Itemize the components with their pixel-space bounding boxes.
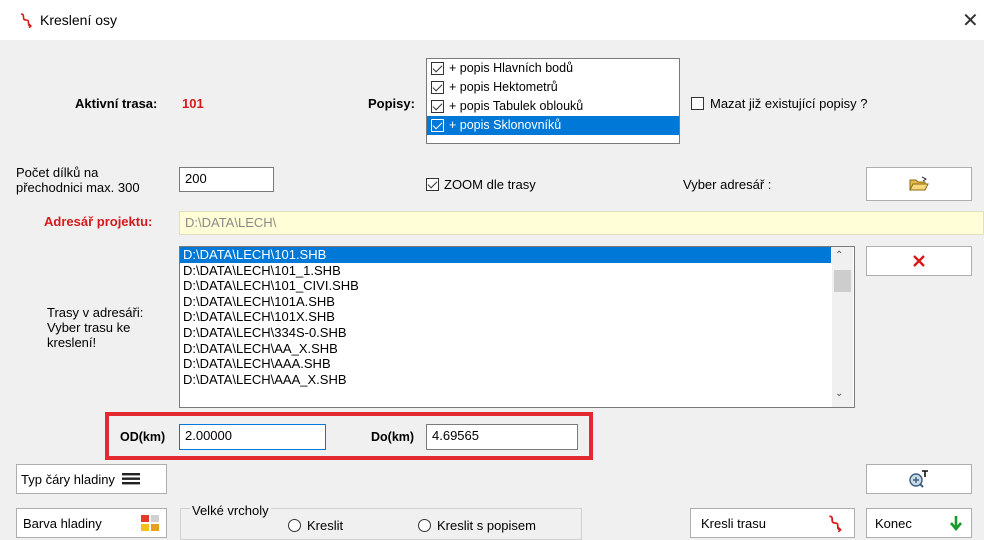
checkbox[interactable] xyxy=(431,100,444,113)
popisy-item-label: + popis Tabulek oblouků xyxy=(449,99,584,113)
trasy-label-line3: kreslení! xyxy=(47,335,97,350)
mazat-checkbox-row[interactable]: Mazat již existující popisy ? xyxy=(691,96,868,111)
od-label: OD(km) xyxy=(120,430,166,444)
zoom-checkbox[interactable] xyxy=(426,178,439,191)
list-item[interactable]: D:\DATA\LECH\101.SHB xyxy=(180,247,831,263)
list-item[interactable]: D:\DATA\LECH\101_CIVI.SHB xyxy=(180,278,854,294)
exit-button[interactable]: Konec xyxy=(866,508,972,538)
popisy-item-label: + popis Hektometrů xyxy=(449,80,558,94)
exit-label: Konec xyxy=(875,515,912,531)
list-item[interactable]: D:\DATA\LECH\101_1.SHB xyxy=(180,263,854,279)
pocet-label-line1: Počet dílků na xyxy=(16,165,99,180)
trasy-label: Trasy v adresáři: Vyber trasu ke kreslen… xyxy=(47,305,143,350)
pocet-label: Počet dílků na přechodnici max. 300 xyxy=(16,165,140,195)
active-route-label: Aktivní trasa: xyxy=(75,96,158,111)
title-bar xyxy=(0,0,984,40)
radio-kreslit-label: Kreslit xyxy=(307,518,344,533)
zoom-checkbox-row[interactable]: ZOOM dle trasy xyxy=(426,177,536,192)
delete-button[interactable] xyxy=(866,246,972,276)
route-icon xyxy=(20,13,32,28)
popisy-item-sklonovniky[interactable]: + popis Sklonovníků xyxy=(427,116,679,135)
popisy-list[interactable]: + popis Hlavních bodů + popis Hektometrů… xyxy=(426,58,680,144)
scroll-up-icon[interactable]: ⌃ xyxy=(835,250,843,261)
adresar-label: Adresář projektu: xyxy=(44,214,153,229)
active-route-value: 101 xyxy=(182,96,204,111)
trasy-label-line2: Vyber trasu ke xyxy=(47,320,131,335)
od-input[interactable]: 2.00000 xyxy=(179,424,326,450)
trasy-list[interactable]: D:\DATA\LECH\101.SHB D:\DATA\LECH\101_1.… xyxy=(179,246,855,408)
color-label: Barva hladiny xyxy=(23,515,102,531)
pocet-input[interactable]: 200 xyxy=(179,167,274,192)
line-styles-icon xyxy=(121,473,140,485)
popisy-label: Popisy: xyxy=(368,96,415,111)
popisy-item-label: + popis Sklonovníků xyxy=(449,118,562,132)
pocet-label-line2: přechodnici max. 300 xyxy=(16,180,140,195)
list-item[interactable]: D:\DATA\LECH\AAA.SHB xyxy=(180,356,854,372)
radio-circle[interactable] xyxy=(288,519,301,532)
radio-circle[interactable] xyxy=(418,519,431,532)
checkbox[interactable] xyxy=(431,62,444,75)
list-item[interactable]: D:\DATA\LECH\101X.SHB xyxy=(180,309,854,325)
zoom-label: ZOOM dle trasy xyxy=(444,177,536,192)
close-button[interactable]: ✕ xyxy=(962,8,979,33)
popisy-item-hektometry[interactable]: + popis Hektometrů xyxy=(427,78,679,97)
color-palette-icon xyxy=(141,515,159,531)
popisy-item-tabulky-oblouku[interactable]: + popis Tabulek oblouků xyxy=(427,97,679,116)
do-input[interactable]: 4.69565 xyxy=(426,424,578,450)
adresar-input: D:\DATA\LECH\ xyxy=(179,211,984,235)
delete-x-icon xyxy=(913,255,925,267)
scrollbar-thumb[interactable] xyxy=(834,270,851,292)
mazat-checkbox[interactable] xyxy=(691,97,704,110)
scroll-down-icon[interactable]: ⌄ xyxy=(835,388,843,399)
list-item[interactable]: D:\DATA\LECH\AA_X.SHB xyxy=(180,341,854,357)
draw-route-label: Kresli trasu xyxy=(701,515,767,531)
do-label: Do(km) xyxy=(371,430,415,444)
radio-kreslit[interactable]: Kreslit xyxy=(288,518,343,533)
line-type-label: Typ čáry hladiny xyxy=(21,471,115,487)
zoom-button[interactable] xyxy=(866,464,972,494)
route-icon xyxy=(829,515,842,532)
radio-kreslit-s-popisem-label: Kreslit s popisem xyxy=(437,518,536,533)
draw-route-button[interactable]: Kresli trasu xyxy=(690,508,855,538)
radio-kreslit-s-popisem[interactable]: Kreslit s popisem xyxy=(418,518,536,533)
popisy-item-label: + popis Hlavních bodů xyxy=(449,61,574,75)
zoom-magnifier-icon xyxy=(909,470,928,488)
checkbox[interactable] xyxy=(431,81,444,94)
down-arrow-icon xyxy=(950,516,962,531)
color-button[interactable]: Barva hladiny xyxy=(16,508,167,538)
checkbox[interactable] xyxy=(431,119,444,132)
popisy-item-hlavni-body[interactable]: + popis Hlavních bodů xyxy=(427,59,679,78)
list-item[interactable]: D:\DATA\LECH\AAA_X.SHB xyxy=(180,372,854,388)
list-item[interactable]: D:\DATA\LECH\101A.SHB xyxy=(180,294,854,310)
list-item[interactable]: D:\DATA\LECH\334S-0.SHB xyxy=(180,325,854,341)
vrcholy-label: Velké vrcholy xyxy=(190,503,271,518)
line-type-button[interactable]: Typ čáry hladiny xyxy=(16,464,167,494)
browse-folder-button[interactable] xyxy=(866,167,972,201)
vyber-label: Vyber adresář : xyxy=(683,177,772,192)
trasy-label-line1: Trasy v adresáři: xyxy=(47,305,144,320)
open-folder-icon xyxy=(909,176,929,191)
mazat-label: Mazat již existující popisy ? xyxy=(710,96,868,111)
window-title: Kreslení osy xyxy=(40,12,118,28)
